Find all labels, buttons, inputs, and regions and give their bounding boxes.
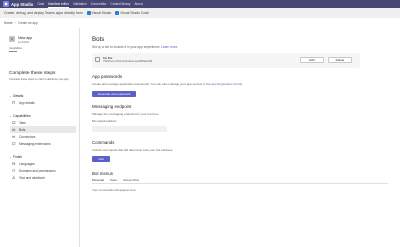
tab-personal[interactable]: Personal: [92, 178, 104, 184]
app-developer: by Amitriz: [18, 41, 30, 44]
tab-control-library[interactable]: Control library: [111, 0, 131, 8]
commands-title: Commands: [92, 140, 115, 145]
page-subtitle: Set up a bot to include it in your app e…: [92, 45, 177, 49]
nav-section-label: Capabilities: [13, 114, 31, 118]
bot-icon: [12, 128, 16, 132]
delete-bot-button[interactable]: Delete: [328, 57, 352, 63]
commands-description: Include commands that will determine how…: [92, 148, 174, 152]
bot-endpoint-label: Bot endpoint address: [92, 120, 117, 123]
app-passwords-title: App passwords: [92, 74, 123, 79]
sidebar-item-messaging-extensions[interactable]: Messaging extensions: [10, 140, 76, 147]
sidebar-item-label: Bots: [19, 127, 26, 132]
sidebar-item-label: Messaging extensions: [19, 141, 51, 146]
nav-section-label: Details: [13, 94, 24, 98]
sidebar-item-label: Test and distribute: [19, 175, 45, 180]
breadcrumb: Home › Create an app: [4, 20, 38, 25]
vscode-link[interactable]: Visual Studio Code: [120, 11, 149, 15]
shield-icon: [12, 168, 16, 173]
nav-section-capabilities[interactable]: ⌄ Capabilities: [9, 114, 31, 118]
app-passwords-description: Create and manage application passwords.…: [92, 82, 242, 86]
edit-bot-button[interactable]: Edit: [300, 57, 324, 63]
bot-menu-tabs: Personal Team Group Chat: [92, 178, 145, 184]
tab-group-chat[interactable]: Group Chat: [123, 178, 139, 184]
sidebar-item-tabs[interactable]: Tabs: [10, 119, 76, 126]
steps-title: Complete these steps: [9, 71, 56, 76]
tab-manifest-editor[interactable]: Manifest editor: [48, 0, 69, 8]
learn-more-link[interactable]: Learn more: [161, 45, 177, 49]
bot-menus-title: Bot menus: [92, 171, 113, 176]
generate-password-button[interactable]: Generate new password: [92, 91, 136, 97]
nav-section-label: Finish: [13, 155, 23, 159]
nav-section-finish[interactable]: ⌄ Finish: [9, 155, 22, 159]
flask-icon: [12, 176, 16, 180]
sidebar-item-app-details[interactable]: App details: [10, 99, 76, 106]
connector-icon: [12, 135, 16, 139]
bot-endpoint-input[interactable]: [92, 126, 167, 132]
sidebar-item-label: Languages: [19, 161, 35, 166]
bot-card: My Bot 70a57ec2-d7c9-4c2d-abe4-aed48b9ac…: [92, 53, 360, 68]
sidebar-item-label: Tabs: [19, 120, 26, 125]
breadcrumb-home[interactable]: Home: [4, 21, 13, 25]
divider: [9, 51, 17, 52]
sidebar-item-connectors[interactable]: Connectors: [10, 133, 76, 140]
vscode-icon: [115, 11, 120, 15]
sidebar-item-test-distribute[interactable]: Test and distribute: [10, 174, 76, 181]
sidebar-item-label: Connectors: [19, 134, 36, 139]
bot-icon: [95, 57, 100, 62]
chevron-right-icon: ›: [14, 20, 16, 25]
commands-empty-message: Your commands will appear here.: [92, 188, 137, 192]
document-icon: [12, 100, 16, 105]
app-passwords-desc-text: Create and manage application passwords.…: [92, 82, 211, 86]
steps-description: Complete these steps in order to distrib…: [9, 78, 70, 81]
sidebar-item-label: App details: [19, 100, 35, 105]
tab-card-editor[interactable]: Card editor: [91, 0, 107, 8]
sidebar-item-bots[interactable]: Bots: [10, 126, 76, 133]
nav-section-details[interactable]: ⌄ Details: [9, 94, 23, 98]
messaging-endpoint-title: Messaging endpoint: [92, 104, 132, 109]
app-logo-icon: [9, 36, 15, 42]
app-registration-portal-link[interactable]: App Registration Portal: [211, 82, 242, 86]
app-tabs: Chat Manifest editor Validation Card edi…: [37, 0, 146, 8]
app-title: App Studio: [11, 1, 34, 7]
visual-studio-link[interactable]: Visual Studio: [92, 11, 112, 15]
tab-chat[interactable]: Chat: [37, 0, 44, 8]
page-subtitle-text: Set up a bot to include it in your app e…: [92, 45, 161, 49]
sidebar-item-languages[interactable]: Languages: [10, 160, 76, 167]
tab-icon: [12, 121, 16, 125]
banner-text: Create, debug, and deploy Teams apps dir…: [4, 11, 83, 15]
sidebar: New app by Amitriz Capabilities Complete…: [0, 28, 80, 247]
page-title: Bots: [92, 36, 105, 43]
add-command-button[interactable]: Add: [92, 156, 110, 162]
messaging-endpoint-description: Manage the messaging endpoint for your b…: [92, 112, 159, 116]
app-capabilities-label: Capabilities: [9, 47, 22, 50]
bot-id: 70a57ec2-d7c9-4c2d-abe4-aed48b9ac0d8: [103, 60, 153, 63]
tab-team[interactable]: Team: [110, 178, 117, 184]
info-banner: Create, debug, and deploy Teams apps dir…: [0, 8, 400, 18]
main-content: Bots Set up a bot to include it in your …: [90, 28, 396, 247]
sidebar-item-domains-permissions[interactable]: Domains and permissions: [10, 167, 76, 174]
app-name: New app: [18, 36, 33, 40]
sidebar-item-label: Domains and permissions: [19, 168, 56, 173]
breadcrumb-current: Create an app: [17, 20, 38, 25]
visual-studio-icon: [86, 11, 91, 15]
message-icon: [12, 142, 16, 146]
globe-icon: [12, 162, 16, 166]
app-header: App Studio Chat Manifest editor Validati…: [0, 0, 400, 8]
app-studio-icon: [3, 1, 9, 7]
tab-about[interactable]: About: [134, 0, 142, 8]
tab-validation[interactable]: Validation: [73, 0, 87, 8]
app-card: New app by Amitriz: [9, 36, 32, 44]
